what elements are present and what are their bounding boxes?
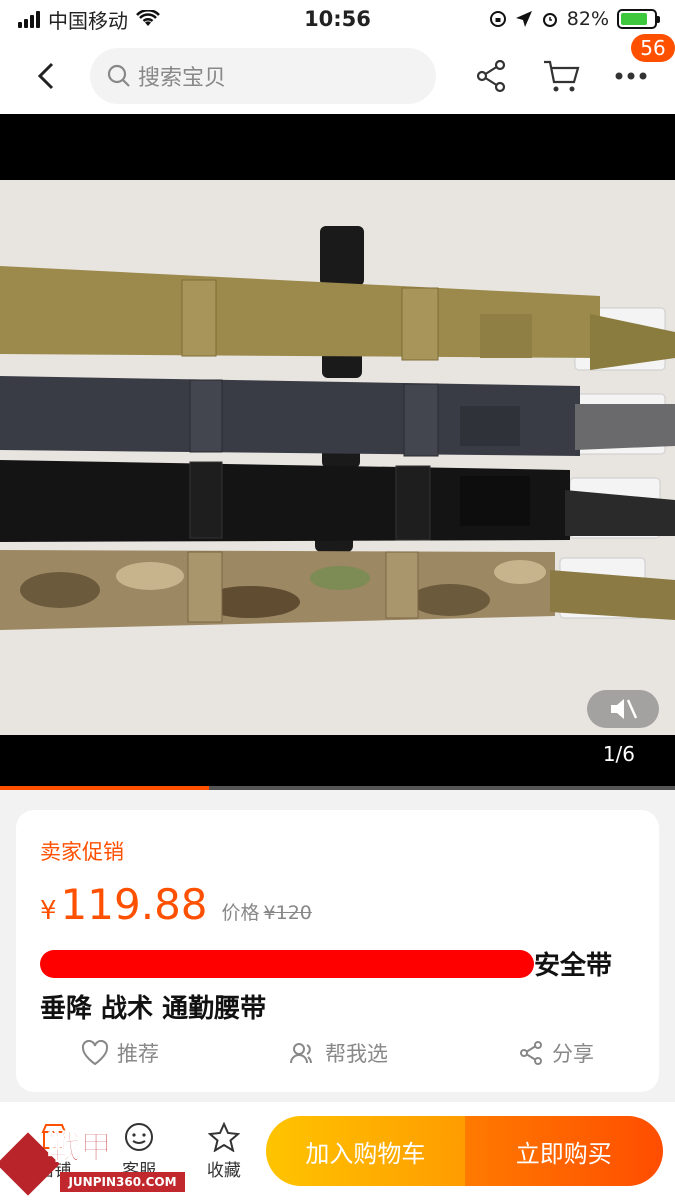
product-photo[interactable]: [0, 180, 675, 735]
add-to-cart-button[interactable]: 加入购物车: [266, 1116, 465, 1186]
clock: 10:56: [304, 7, 371, 31]
rotation-lock-icon: [489, 11, 506, 27]
search-input[interactable]: 搜索宝贝: [90, 48, 436, 104]
gallery-progress: [0, 786, 675, 790]
carrier-label: 中国移动: [48, 8, 128, 33]
recommend-label: 推荐: [117, 1042, 159, 1066]
search-icon: [107, 64, 130, 87]
product-media-gallery[interactable]: 1/6: [0, 114, 675, 790]
favorite-tab[interactable]: 收藏: [181, 1121, 266, 1181]
search-placeholder: 搜索宝贝: [138, 66, 227, 91]
product-title-line2: 垂降 战术 通勤腰带: [40, 994, 267, 1024]
share-icon: [476, 59, 506, 93]
promo-label: 卖家促销: [40, 840, 124, 864]
product-title: 安全带 垂降 战术 通勤腰带: [40, 945, 635, 1031]
battery-icon: [617, 9, 660, 29]
share-label: 分享: [552, 1042, 594, 1066]
signal-icon: [18, 10, 40, 28]
heart-icon: [81, 1040, 109, 1066]
top-navigation: 搜索宝贝 56: [0, 34, 675, 114]
share-product-button[interactable]: 分享: [518, 1038, 594, 1068]
cart-button[interactable]: [539, 54, 583, 98]
image-counter: 1/6: [602, 742, 635, 766]
gallery-progress-fill: [0, 786, 210, 790]
share-button[interactable]: [469, 54, 513, 98]
current-price: 119.88: [60, 880, 208, 929]
wifi-icon: [136, 10, 160, 26]
share-small-icon: [520, 1041, 542, 1065]
product-info-card: 卖家促销 ¥ 119.88 价格 ¥120 安全带 垂降 战术 通勤腰带 推荐 …: [16, 810, 659, 1092]
price-row: ¥ 119.88 价格 ¥120: [40, 880, 635, 929]
alarm-icon: [542, 13, 557, 27]
star-icon: [207, 1121, 240, 1152]
more-button[interactable]: 56: [609, 34, 675, 98]
currency-symbol: ¥: [40, 896, 57, 926]
help-choose-button[interactable]: 帮我选: [289, 1038, 388, 1068]
status-right: 82%: [427, 8, 660, 30]
original-price: ¥120: [263, 902, 312, 924]
purchase-buttons: 加入购物车 立即购买: [266, 1116, 663, 1186]
status-bar: 中国移动 10:56 82%: [0, 0, 675, 38]
product-actions: 推荐 帮我选 分享: [16, 1038, 659, 1068]
message-badge: 56: [631, 34, 675, 62]
back-button[interactable]: [20, 51, 70, 101]
product-title-line1: 安全带: [534, 951, 613, 981]
mute-button[interactable]: [587, 690, 659, 728]
watermark-site: JUNPIN360.COM: [60, 1172, 185, 1192]
redaction-mark: [40, 949, 534, 978]
status-left: 中国移动: [18, 5, 248, 34]
belts-image: [0, 180, 675, 735]
favorite-label: 收藏: [206, 1160, 241, 1181]
location-icon: [515, 11, 532, 27]
cart-icon: [544, 60, 580, 92]
original-price-label: 价格: [221, 902, 260, 924]
recommend-button[interactable]: 推荐: [81, 1038, 159, 1068]
help-choose-label: 帮我选: [325, 1042, 388, 1066]
chevron-left-icon: [37, 62, 54, 90]
buy-now-button[interactable]: 立即购买: [464, 1116, 663, 1186]
watermark-logo: 戦甲 JUNPIN360.COM: [0, 1120, 185, 1198]
mute-icon: [611, 699, 638, 719]
nav-actions: 56: [469, 34, 675, 98]
battery-percent: 82%: [566, 8, 609, 30]
more-icon: [615, 72, 647, 80]
people-icon: [290, 1043, 312, 1064]
watermark-brand: 戦甲: [47, 1128, 113, 1167]
